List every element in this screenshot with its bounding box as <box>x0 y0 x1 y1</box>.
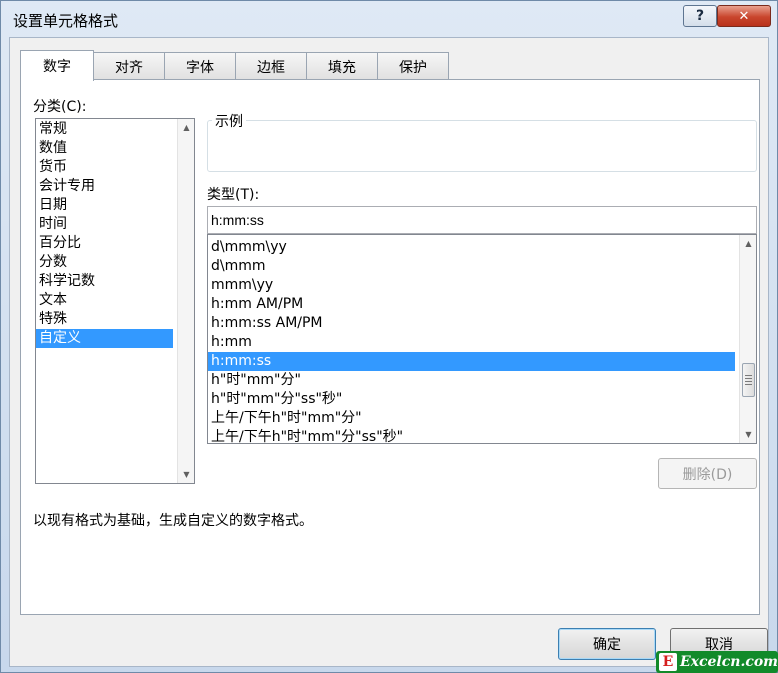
tab-number[interactable]: 数字 <box>20 50 94 81</box>
category-item-text[interactable]: 文本 <box>36 291 173 310</box>
delete-button[interactable]: 删除(D) <box>658 458 757 489</box>
type-item[interactable]: h"时"mm"分" <box>208 371 735 390</box>
type-scrollbar[interactable]: ▲ ▼ <box>739 235 756 443</box>
dialog-title: 设置单元格格式 <box>13 12 119 30</box>
type-item-selected[interactable]: h:mm:ss <box>208 352 735 371</box>
scroll-down-icon[interactable]: ▼ <box>740 426 756 443</box>
tab-strip: 数字 对齐 字体 边框 填充 保护 <box>20 50 449 81</box>
category-item-special[interactable]: 特殊 <box>36 310 173 329</box>
type-item[interactable]: d\mmm <box>208 257 735 276</box>
category-item-number[interactable]: 数值 <box>36 139 173 158</box>
category-label: 分类(C): <box>33 99 87 115</box>
scroll-down-icon[interactable]: ▼ <box>178 466 194 483</box>
type-item[interactable]: h:mm:ss AM/PM <box>208 314 735 333</box>
type-item[interactable]: h"时"mm"分"ss"秒" <box>208 390 735 409</box>
tab-protection[interactable]: 保护 <box>377 52 449 80</box>
sample-label: 示例 <box>212 111 246 131</box>
title-bar[interactable]: 设置单元格格式 ? ✕ <box>1 1 777 37</box>
category-item-scientific[interactable]: 科学记数 <box>36 272 173 291</box>
category-item-general[interactable]: 常规 <box>36 120 173 139</box>
category-listbox[interactable]: 常规 数值 货币 会计专用 日期 时间 百分比 分数 科学记数 文本 特殊 自定… <box>35 118 195 484</box>
category-item-fraction[interactable]: 分数 <box>36 253 173 272</box>
category-items: 常规 数值 货币 会计专用 日期 时间 百分比 分数 科学记数 文本 特殊 自定… <box>36 119 173 348</box>
watermark-text: Excelcn.com <box>679 654 778 670</box>
scroll-thumb[interactable] <box>742 363 755 397</box>
type-listbox[interactable]: d\mmm\yy d\mmm mmm\yy h:mm AM/PM h:mm:ss… <box>207 234 757 444</box>
scroll-up-icon[interactable]: ▲ <box>740 235 756 252</box>
tab-alignment[interactable]: 对齐 <box>93 52 165 80</box>
dialog-body: 数字 对齐 字体 边框 填充 保护 分类(C): 常规 数值 货币 会计专用 日… <box>9 37 769 667</box>
category-item-accounting[interactable]: 会计专用 <box>36 177 173 196</box>
ok-button[interactable]: 确定 <box>558 628 656 660</box>
site-watermark-logo: E Excelcn.com <box>656 651 778 673</box>
scroll-up-icon[interactable]: ▲ <box>178 119 194 136</box>
type-input[interactable] <box>207 206 757 234</box>
format-description: 以现有格式为基础，生成自定义的数字格式。 <box>33 513 313 529</box>
sample-group: 示例 <box>207 111 757 172</box>
type-item[interactable]: 上午/下午h"时"mm"分" <box>208 409 735 428</box>
tab-fill[interactable]: 填充 <box>306 52 378 80</box>
type-item[interactable]: 上午/下午h"时"mm"分"ss"秒" <box>208 428 735 443</box>
category-item-custom[interactable]: 自定义 <box>36 329 173 348</box>
type-items: d\mmm\yy d\mmm mmm\yy h:mm AM/PM h:mm:ss… <box>208 235 735 443</box>
type-item[interactable]: mmm\yy <box>208 276 735 295</box>
type-item[interactable]: h:mm <box>208 333 735 352</box>
category-scrollbar[interactable]: ▲ ▼ <box>177 119 194 483</box>
watermark-badge: E <box>659 653 677 671</box>
type-label: 类型(T): <box>207 187 260 203</box>
tab-font[interactable]: 字体 <box>164 52 236 80</box>
category-item-percentage[interactable]: 百分比 <box>36 234 173 253</box>
number-tab-panel: 分类(C): 常规 数值 货币 会计专用 日期 时间 百分比 分数 科学记数 文… <box>20 79 760 615</box>
category-item-date[interactable]: 日期 <box>36 196 173 215</box>
format-cells-dialog: 设置单元格格式 ? ✕ 数字 对齐 字体 边框 填充 保护 分类(C): 常规 … <box>0 0 778 673</box>
help-button[interactable]: ? <box>683 5 717 27</box>
type-item[interactable]: d\mmm\yy <box>208 238 735 257</box>
close-button[interactable]: ✕ <box>717 5 771 27</box>
category-item-currency[interactable]: 货币 <box>36 158 173 177</box>
type-item[interactable]: h:mm AM/PM <box>208 295 735 314</box>
tab-border[interactable]: 边框 <box>235 52 307 80</box>
category-item-time[interactable]: 时间 <box>36 215 173 234</box>
